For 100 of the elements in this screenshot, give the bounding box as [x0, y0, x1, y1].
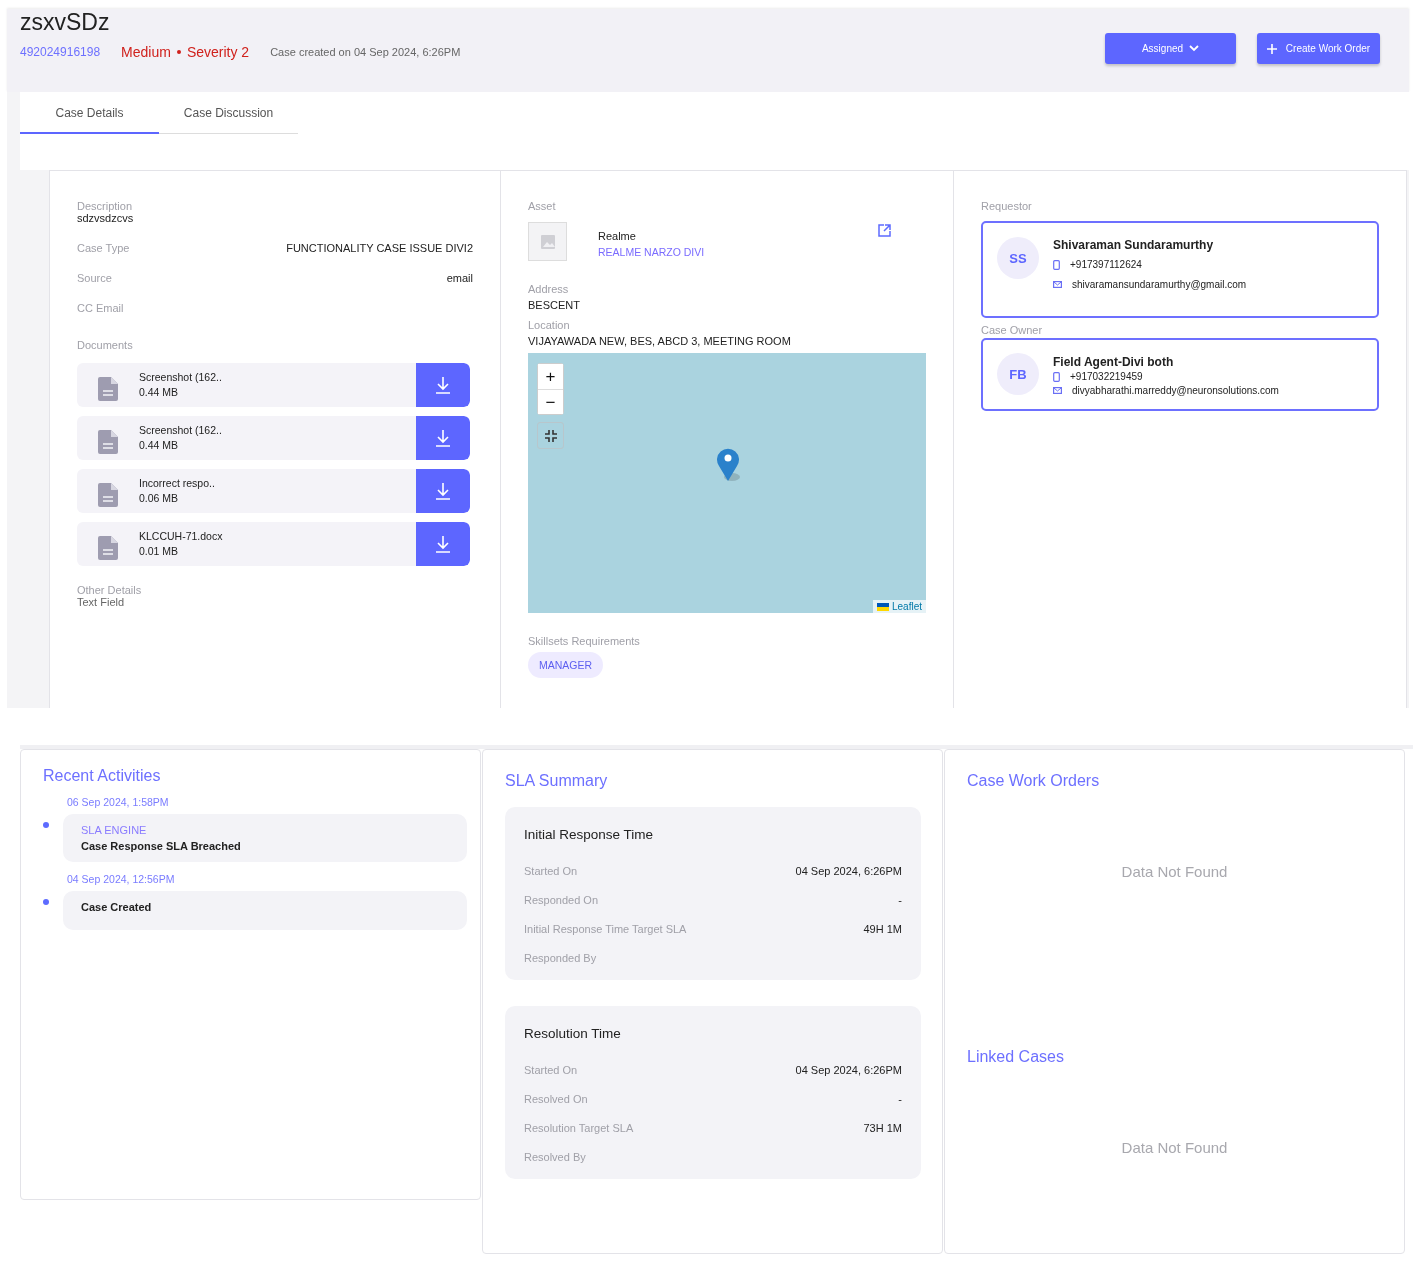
sla-value: 04 Sep 2024, 6:26PM: [795, 864, 902, 877]
map-pin-icon: [716, 447, 740, 483]
sla-label: Started On: [524, 864, 578, 877]
sla-label: Initial Response Time Target SLA: [524, 922, 687, 935]
mail-icon: [1053, 281, 1062, 288]
download-button[interactable]: [416, 522, 470, 566]
sla-label: Responded By: [524, 951, 597, 964]
download-icon: [436, 535, 450, 553]
document-name: Incorrect respo..: [139, 476, 216, 491]
field-label: Requestor: [981, 200, 1033, 212]
contact-name: Shivaraman Sundaramurthy: [1053, 238, 1215, 252]
timeline-dot-icon: [43, 822, 49, 828]
contact-name: Field Agent-Divi both: [1053, 355, 1175, 369]
document-icon: [98, 483, 118, 507]
document-icon: [98, 377, 118, 401]
download-icon: [436, 429, 450, 447]
document-icon: [98, 430, 118, 454]
external-link-icon[interactable]: [878, 224, 891, 237]
download-icon: [436, 482, 450, 500]
phone-icon: [1053, 371, 1060, 382]
priority-label: Medium: [121, 44, 171, 60]
avatar-initials: SS: [997, 237, 1039, 279]
document-size: 0.44 MB: [139, 438, 180, 453]
sla-value: -: [898, 893, 902, 906]
empty-message: Data Not Found: [1120, 1139, 1229, 1156]
sla-value: -: [898, 1092, 902, 1105]
sla-label: Resolved By: [524, 1150, 586, 1163]
document-name: KLCCUH-71.docx: [139, 529, 224, 544]
sla-value: 49H 1M: [863, 922, 902, 935]
field-value: BESCENT: [528, 299, 581, 311]
dot-icon: [176, 50, 181, 54]
sla-title: Initial Response Time: [524, 827, 655, 842]
document-size: 0.06 MB: [139, 491, 180, 506]
section-title: Recent Activities: [43, 767, 162, 785]
tab[interactable]: Case Discussion: [159, 92, 298, 134]
created-date: Case created on 04 Sep 2024, 6:26PM: [270, 46, 461, 58]
field-label: Asset: [528, 200, 557, 212]
create-button[interactable]: Create Work Order: [1257, 33, 1380, 64]
sla-value: 73H 1M: [863, 1121, 902, 1134]
field-label: Other Details: [77, 584, 143, 596]
field-label: CC Email: [77, 302, 124, 314]
plus-icon: [1266, 43, 1277, 54]
case-title: zsxvSDz: [20, 9, 111, 35]
chevron-down-icon: [1189, 45, 1200, 52]
avatar-initials: FB: [997, 353, 1039, 395]
download-button[interactable]: [416, 416, 470, 460]
sla-title: Resolution Time: [524, 1026, 622, 1041]
attribution-link[interactable]: Leaflet: [891, 601, 922, 612]
sla-label: Responded On: [524, 893, 598, 906]
tab[interactable]: Case Details: [20, 92, 159, 134]
section-title: Case Work Orders: [967, 772, 1101, 790]
download-icon: [436, 376, 450, 394]
case-number: 492024916198: [20, 45, 101, 59]
collapse-icon: [544, 429, 557, 442]
field-value: VIJAYAWADA NEW, BES, ABCD 3, MEETING ROOM: [528, 335, 792, 347]
status-dropdown[interactable]: Assigned: [1105, 33, 1236, 64]
fullscreen-exit-button[interactable]: [537, 422, 564, 449]
field-value: email: [446, 272, 473, 284]
activity-time: 04 Sep 2024, 12:56PM: [67, 873, 176, 885]
image-placeholder-icon: [540, 234, 555, 249]
document-size: 0.44 MB: [139, 385, 180, 400]
contact-phone: +917032219459: [1070, 371, 1143, 382]
field-value: Text Field: [77, 596, 126, 608]
section-title: SLA Summary: [505, 772, 609, 790]
download-button[interactable]: [416, 363, 470, 407]
sla-label: Resolution Target SLA: [524, 1121, 634, 1134]
field-value: FUNCTIONALITY CASE ISSUE DIVI2: [286, 242, 473, 254]
activity-text: Case Created: [81, 901, 153, 913]
field-label: Case Owner: [981, 324, 1044, 336]
field-label: Address: [528, 283, 570, 295]
field-label: Location: [528, 319, 571, 331]
activity-text: Case Response SLA Breached: [81, 840, 242, 852]
field-value: sdzvsdzcvs: [77, 212, 135, 224]
field-label: Description: [77, 200, 134, 212]
asset-model: REALME NARZO DIVI: [598, 245, 706, 260]
sla-label: Resolved On: [524, 1092, 588, 1105]
document-size: 0.01 MB: [139, 544, 180, 559]
mail-icon: [1053, 387, 1062, 394]
field-label: Case Type: [77, 242, 130, 254]
skill-tag: MANAGER: [528, 652, 604, 678]
asset-name: Realme: [598, 229, 637, 244]
empty-message: Data Not Found: [1120, 863, 1229, 880]
section-title: Linked Cases: [967, 1048, 1065, 1066]
contact-email: shivaramansundaramurthy@gmail.com: [1072, 279, 1247, 290]
zoom-out-button[interactable]: −: [538, 389, 563, 414]
flag-icon: [876, 602, 889, 611]
section-label: Documents: [77, 339, 134, 351]
sla-value: 04 Sep 2024, 6:26PM: [795, 1063, 902, 1076]
download-button[interactable]: [416, 469, 470, 513]
contact-phone: +917397112624: [1070, 259, 1142, 270]
field-label: Skillsets Requirements: [528, 635, 641, 647]
field-label: Source: [77, 272, 112, 284]
document-icon: [98, 536, 118, 560]
document-name: Screenshot (162..: [139, 423, 223, 438]
timeline-dot-icon: [43, 899, 49, 905]
contact-email: divyabharathi.marreddy@neuronsolutions.com: [1072, 385, 1279, 396]
activity-time: 06 Sep 2024, 1:58PM: [67, 796, 170, 808]
sla-label: Started On: [524, 1063, 578, 1076]
activity-source: SLA ENGINE: [81, 824, 148, 836]
phone-icon: [1053, 259, 1060, 270]
